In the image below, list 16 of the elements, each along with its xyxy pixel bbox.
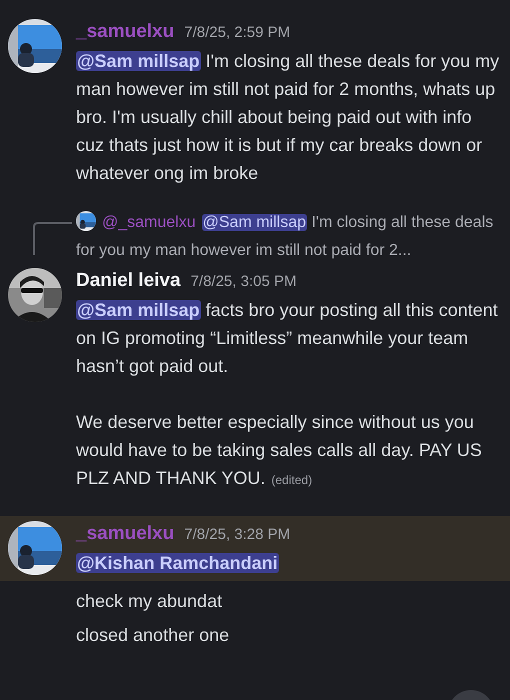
user-mention[interactable]: @Sam millsap xyxy=(76,51,201,71)
user-mention[interactable]: @Kishan Ramchandani xyxy=(76,553,279,573)
reply-connector xyxy=(32,221,74,255)
message-text: @Sam millsap facts bro your posting all this content on IG promoting “Limitless” meanwhile your team hasn’t got paid out. xyxy=(76,299,499,378)
user-mention[interactable]: @Sam millsap xyxy=(76,300,201,320)
message-text: check my abundat xyxy=(76,590,224,613)
message-text: @Sam millsap I'm closing all these deals for you my man however im still not paid for 2 months, whats up bro. I'm usually chill about being paid out with info cuz thats just how it is but if my car breaks down or whatever ong im broke xyxy=(76,50,500,185)
timestamp: 7/8/25, 3:28 PM xyxy=(184,525,290,545)
author-name[interactable]: _samuelxu xyxy=(76,18,174,46)
reply-preview[interactable]: @_samuelxu @Sam millsap I'm closing all these deals for you my man however im still not paid for 2... xyxy=(76,209,502,265)
message-text: We deserve better especially since without us you would have to be taking sales calls all day. PAY US PLZ AND THANK YOU. (edited) xyxy=(76,411,483,490)
timestamp: 7/8/25, 2:59 PM xyxy=(184,23,290,43)
message-text: closed another one xyxy=(76,624,230,647)
edited-label: (edited) xyxy=(271,473,312,487)
author-name[interactable]: Daniel leiva xyxy=(76,267,181,295)
timestamp: 7/8/25, 3:05 PM xyxy=(190,272,296,292)
